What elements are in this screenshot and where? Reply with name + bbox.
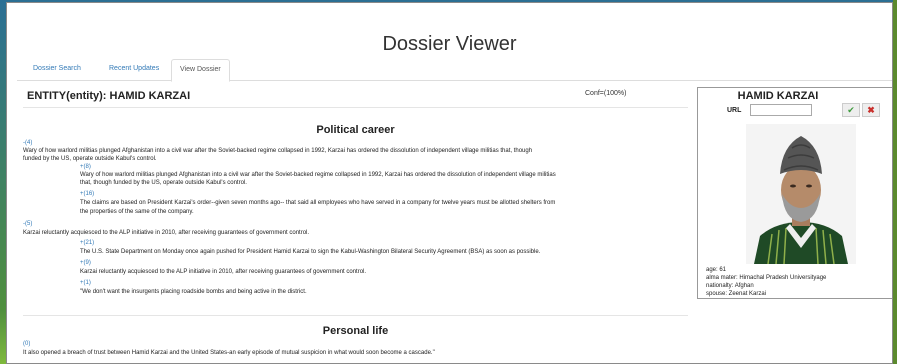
divider [23, 107, 688, 108]
x-icon: ✖ [867, 105, 875, 115]
score-link[interactable]: (0) [23, 340, 30, 348]
statement-text: funded by the US, operate outside Kabul'… [23, 156, 157, 162]
statement-text: "We don't want the insurgents placing ro… [80, 289, 307, 295]
statement-text: The U.S. State Department on Monday once… [80, 249, 541, 255]
confidence-label: Conf=(100%) [585, 90, 627, 97]
section-title-personal: Personal life [322, 325, 389, 337]
statement-text: that, though funded by the US, operate o… [80, 180, 247, 186]
tab-recent-updates[interactable]: Recent Updates [101, 59, 167, 79]
profile-photo [746, 124, 856, 264]
statement-text: Karzai reluctantly acquiesced to the ALP… [80, 269, 367, 275]
profile-name: HAMID KARZAI [737, 90, 819, 102]
page-title: Dossier Viewer [382, 33, 517, 55]
statement-text: Wary of how warlord militias plunged Afg… [23, 148, 533, 154]
statement-text: the properties of the same of the compan… [80, 209, 194, 215]
divider [23, 315, 688, 316]
statement-text: Wary of how warlord militias plunged Afg… [80, 172, 556, 178]
background-edge-right [893, 0, 897, 364]
statement-text: Karzai reluctantly acquiesced to the ALP… [23, 230, 310, 236]
score-link[interactable]: -(4) [23, 139, 32, 147]
score-link[interactable]: +(16) [80, 190, 94, 198]
section-title-political: Political career [316, 124, 395, 136]
tab-bar: Dossier Search Recent Updates View Dossi… [17, 59, 892, 82]
profile-attribute: age: 61 [706, 267, 727, 273]
score-link[interactable]: +(1) [80, 279, 91, 287]
score-link[interactable]: +(21) [80, 239, 94, 247]
score-link[interactable]: +(9) [80, 259, 91, 267]
score-link[interactable]: +(8) [80, 163, 91, 171]
url-label: URL [727, 107, 742, 114]
check-icon: ✔ [847, 105, 855, 115]
dossier-window: Dossier Viewer Dossier Search Recent Upd… [6, 2, 893, 364]
score-link[interactable]: -(5) [23, 220, 32, 228]
url-input[interactable] [750, 104, 812, 116]
profile-attribute: spouse: Zeenat Karzai [706, 291, 767, 297]
profile-attribute: nationalty: Afghan [706, 283, 754, 289]
tab-view-dossier[interactable]: View Dossier [171, 59, 230, 82]
cancel-button[interactable]: ✖ [862, 103, 880, 117]
profile-attribute: alma mater: Himachal Pradesh Universitya… [706, 275, 827, 281]
tab-dossier-search[interactable]: Dossier Search [25, 59, 89, 79]
statement-text: The claims are based on President Karzai… [80, 200, 556, 206]
profile-card: HAMID KARZAI URL ✔ ✖ age: 61 alma mater:… [697, 87, 892, 299]
statement-text: It also opened a breach of trust between… [23, 350, 435, 356]
confirm-button[interactable]: ✔ [842, 103, 860, 117]
entity-heading: ENTITY(entity): HAMID KARZAI [27, 90, 191, 102]
